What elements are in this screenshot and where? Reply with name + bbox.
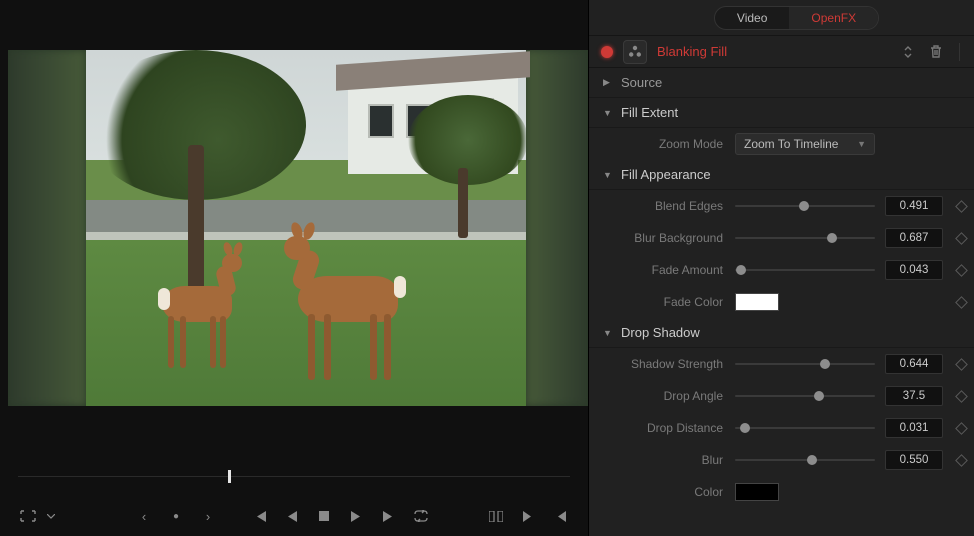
blur-background-slider[interactable] xyxy=(735,231,875,245)
blend-edges-keyframe[interactable] xyxy=(955,200,968,213)
zoom-mode-dropdown[interactable]: Zoom To Timeline ▼ xyxy=(735,133,875,155)
blend-edges-label: Blend Edges xyxy=(589,199,735,213)
zoom-mode-value: Zoom To Timeline xyxy=(744,137,838,151)
drop-angle-slider[interactable] xyxy=(735,389,875,403)
shadow-strength-slider[interactable] xyxy=(735,357,875,371)
preview-image[interactable] xyxy=(8,50,588,406)
mark-in-prev-icon[interactable]: ‹ xyxy=(133,505,155,527)
blend-edges-slider[interactable] xyxy=(735,199,875,213)
effect-parameters-panel: ▶ Source ▼ Fill Extent Zoom Mode Zoom To… xyxy=(589,68,974,536)
shadow-blur-value[interactable]: 0.550 xyxy=(885,450,943,470)
caret-right-icon: ▶ xyxy=(603,77,615,88)
drop-distance-label: Drop Distance xyxy=(589,421,735,435)
shadow-blur-slider[interactable] xyxy=(735,453,875,467)
shadow-strength-label: Shadow Strength xyxy=(589,357,735,371)
row-blur-background: Blur Background 0.687 xyxy=(589,222,974,254)
fade-color-swatch[interactable] xyxy=(735,293,779,311)
mark-out-next-icon[interactable]: › xyxy=(197,505,219,527)
inspector-tabbar: Video OpenFX xyxy=(589,0,974,36)
tree-large-trunk xyxy=(188,145,204,305)
play-reverse-button[interactable] xyxy=(281,505,303,527)
fade-color-label: Fade Color xyxy=(589,295,735,309)
dropdown-chevron[interactable] xyxy=(45,505,57,527)
shadow-blur-label: Blur xyxy=(589,453,735,467)
drop-distance-value[interactable]: 0.031 xyxy=(885,418,943,438)
tree-small xyxy=(408,95,528,185)
section-drop-shadow-label: Drop Shadow xyxy=(621,325,700,340)
section-source[interactable]: ▶ Source xyxy=(589,68,974,98)
mark-point-icon[interactable]: ● xyxy=(165,505,187,527)
caret-down-icon: ▼ xyxy=(603,108,615,118)
shadow-blur-keyframe[interactable] xyxy=(955,454,968,467)
fill-blur-right xyxy=(526,50,588,406)
blur-background-keyframe[interactable] xyxy=(955,232,968,245)
blend-edges-value[interactable]: 0.491 xyxy=(885,196,943,216)
chevron-down-icon: ▼ xyxy=(857,139,866,149)
effect-icon[interactable] xyxy=(623,40,647,64)
drop-angle-keyframe[interactable] xyxy=(955,390,968,403)
row-drop-distance: Drop Distance 0.031 xyxy=(589,412,974,444)
row-zoom-mode: Zoom Mode Zoom To Timeline ▼ xyxy=(589,128,974,160)
play-button[interactable] xyxy=(345,505,367,527)
fade-amount-keyframe[interactable] xyxy=(955,264,968,277)
stop-button[interactable] xyxy=(313,505,335,527)
effect-sort-icon[interactable] xyxy=(899,43,917,61)
shadow-strength-value[interactable]: 0.644 xyxy=(885,354,943,374)
goto-first-frame-button[interactable] xyxy=(249,505,271,527)
section-source-label: Source xyxy=(621,75,662,90)
effect-delete-icon[interactable] xyxy=(927,43,945,61)
section-fill-extent[interactable]: ▼ Fill Extent xyxy=(589,98,974,128)
tab-openfx[interactable]: OpenFX xyxy=(789,7,878,29)
shadow-color-swatch[interactable] xyxy=(735,483,779,501)
transport-bar: ‹ ● › xyxy=(0,496,588,536)
drop-angle-value[interactable]: 37.5 xyxy=(885,386,943,406)
drop-distance-slider[interactable] xyxy=(735,421,875,435)
zoom-mode-label: Zoom Mode xyxy=(589,137,735,151)
loop-button[interactable] xyxy=(409,505,431,527)
drop-angle-label: Drop Angle xyxy=(589,389,735,403)
effect-name: Blanking Fill xyxy=(657,44,889,59)
row-shadow-color: Color xyxy=(589,476,974,508)
tab-video[interactable]: Video xyxy=(715,7,789,29)
fade-amount-slider[interactable] xyxy=(735,263,875,277)
drop-distance-keyframe[interactable] xyxy=(955,422,968,435)
caret-down-icon: ▼ xyxy=(603,328,615,338)
row-fade-amount: Fade Amount 0.043 xyxy=(589,254,974,286)
fade-color-keyframe[interactable] xyxy=(955,296,968,309)
section-fill-appearance-label: Fill Appearance xyxy=(621,167,711,182)
row-shadow-strength: Shadow Strength 0.644 xyxy=(589,348,974,380)
blur-background-value[interactable]: 0.687 xyxy=(885,228,943,248)
effect-header: Blanking Fill xyxy=(589,36,974,68)
tab-segment: Video OpenFX xyxy=(714,6,879,30)
match-frame-button[interactable] xyxy=(485,505,507,527)
section-fill-extent-label: Fill Extent xyxy=(621,105,678,120)
timeline-scrubber[interactable] xyxy=(18,476,570,496)
fade-amount-value[interactable]: 0.043 xyxy=(885,260,943,280)
crop-safe-area-button[interactable] xyxy=(17,505,39,527)
effect-enable-toggle[interactable] xyxy=(601,46,613,58)
goto-last-frame-button[interactable] xyxy=(377,505,399,527)
shadow-color-label: Color xyxy=(589,485,735,499)
viewer-top-spacer xyxy=(0,0,588,50)
blur-background-label: Blur Background xyxy=(589,231,735,245)
row-shadow-blur: Blur 0.550 xyxy=(589,444,974,476)
fade-amount-label: Fade Amount xyxy=(589,263,735,277)
row-blend-edges: Blend Edges 0.491 xyxy=(589,190,974,222)
caret-down-icon: ▼ xyxy=(603,170,615,180)
next-edit-button[interactable] xyxy=(517,505,539,527)
shadow-strength-keyframe[interactable] xyxy=(955,358,968,371)
prev-edit-button[interactable] xyxy=(549,505,571,527)
tree-small-trunk xyxy=(458,168,468,238)
house-window xyxy=(368,104,394,138)
section-fill-appearance[interactable]: ▼ Fill Appearance xyxy=(589,160,974,190)
fill-blur-left xyxy=(8,50,86,406)
section-drop-shadow[interactable]: ▼ Drop Shadow xyxy=(589,318,974,348)
viewer-pane: ‹ ● › xyxy=(0,0,588,536)
playhead[interactable] xyxy=(228,470,231,483)
row-fade-color: Fade Color xyxy=(589,286,974,318)
row-drop-angle: Drop Angle 37.5 xyxy=(589,380,974,412)
inspector-pane: Video OpenFX Blanking Fill ▶ Source ▼ Fi… xyxy=(588,0,974,536)
